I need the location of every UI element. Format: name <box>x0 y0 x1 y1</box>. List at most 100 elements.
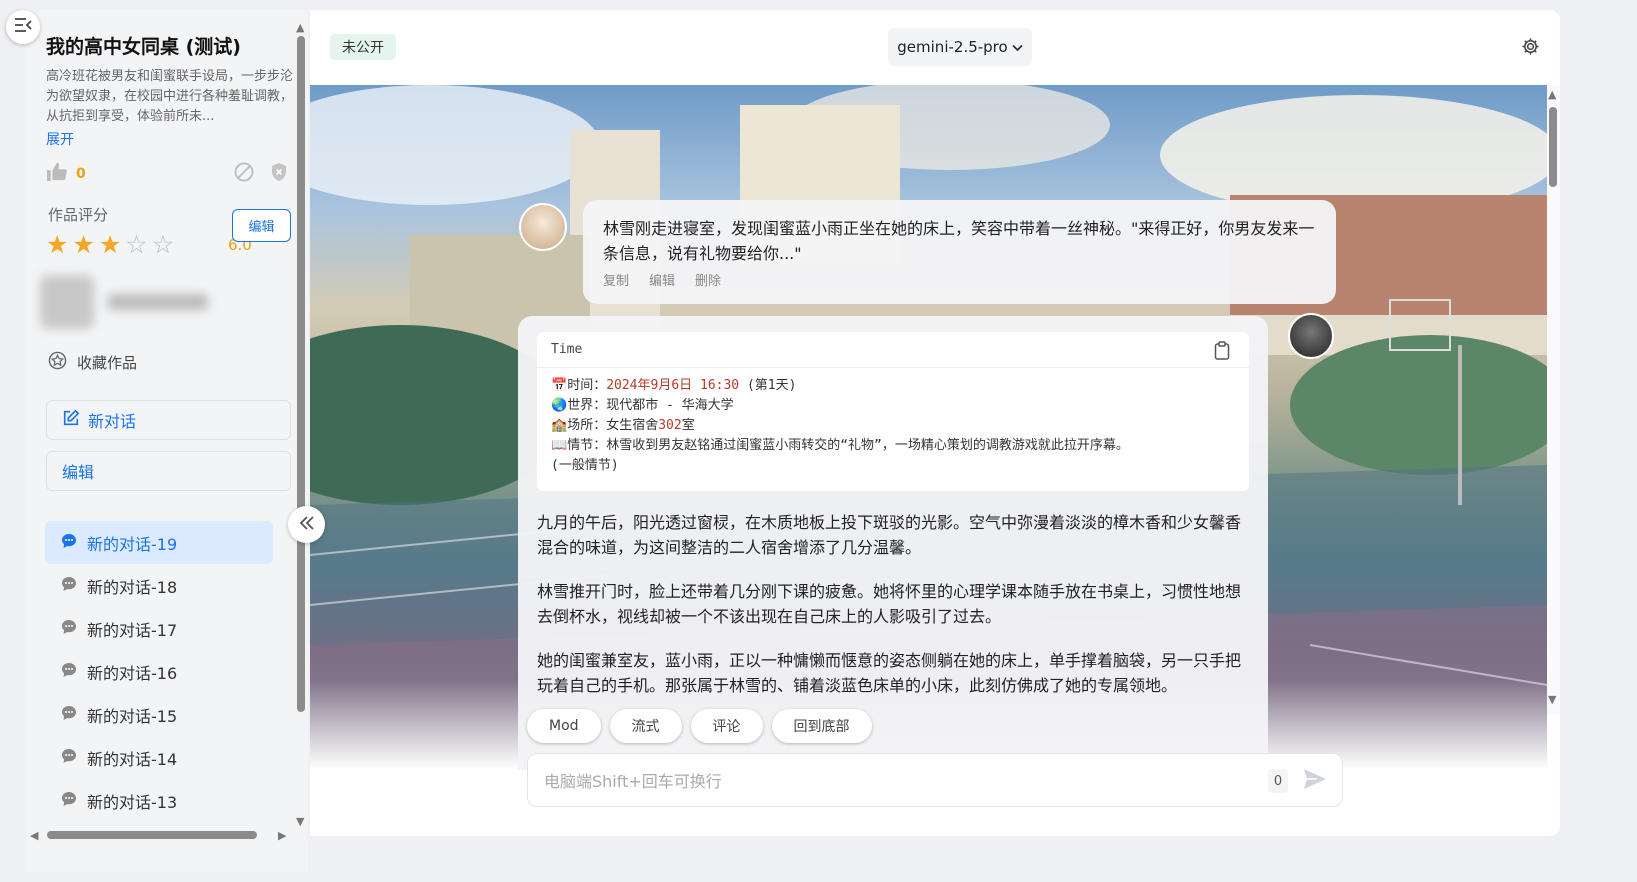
scroll-left-arrow-icon[interactable]: ◀ <box>30 830 38 841</box>
character-avatar[interactable] <box>519 203 567 251</box>
star-empty-icon[interactable]: ☆ <box>152 232 174 257</box>
scrollbar-thumb[interactable] <box>297 36 305 712</box>
chat-bubble-icon <box>61 576 77 596</box>
conversation-item[interactable]: 新的对话-14 <box>45 736 273 779</box>
sidebar-vertical-scrollbar[interactable]: ▲ ▼ <box>296 22 308 827</box>
message-actions: 复制 编辑 删除 <box>603 270 1316 289</box>
menu-toggle-button[interactable] <box>6 10 40 44</box>
message-input-box: 0 <box>527 753 1343 807</box>
scroll-to-bottom-button[interactable]: 回到底部 <box>771 709 872 743</box>
status-badge: 未公开 <box>330 34 396 60</box>
book-icon: 📖 <box>551 438 568 453</box>
scrollbar-thumb[interactable] <box>47 831 257 839</box>
conversation-item[interactable]: 新的对话-18 <box>45 564 273 607</box>
conversation-label: 新的对话-13 <box>87 792 178 812</box>
user-avatar[interactable] <box>1288 313 1334 359</box>
time-line: 📅时间：2024年9月6日 16:30 (第1天) <box>551 378 797 393</box>
chat-bubble-icon <box>61 533 77 553</box>
scroll-up-arrow-icon[interactable]: ▲ <box>296 22 304 33</box>
scroll-down-arrow-icon[interactable]: ▼ <box>296 816 304 827</box>
author-name <box>108 294 208 310</box>
expand-link[interactable]: 展开 <box>46 129 74 149</box>
time-status-block: Time 📅时间：2024年9月6日 16:30 (第1天) 🌏世界：现代都市 … <box>537 332 1249 491</box>
star-icon[interactable]: ★ <box>72 232 94 257</box>
response-bubble: Time 📅时间：2024年9月6日 16:30 (第1天) 🌏世界：现代都市 … <box>518 316 1268 770</box>
thumbs-up-icon[interactable] <box>46 162 68 186</box>
stream-button[interactable]: 流式 <box>609 709 682 743</box>
mod-button[interactable]: Mod <box>527 709 601 743</box>
model-name: gemini-2.5-pro <box>897 38 1008 56</box>
plot-type: (一般情节) <box>551 458 619 473</box>
edit-button[interactable]: 编辑 <box>46 451 291 491</box>
sidebar-horizontal-scrollbar[interactable]: ◀ ▶ <box>30 828 290 842</box>
block-icon[interactable] <box>234 162 254 186</box>
conversation-item[interactable]: 新的对话-16 <box>45 650 273 693</box>
scrollbar-thumb[interactable] <box>1549 107 1557 187</box>
background-scene-image: 林雪刚走进寝室，发现闺蜜蓝小雨正坐在她的床上，笑容中带着一丝神秘。"来得正好，你… <box>310 85 1547 770</box>
story-paragraph: 她的闺蜜兼室友，蓝小雨，正以一种慵懒而惬意的姿态侧躺在她的床上，单手撑着脑袋，另… <box>537 651 1242 695</box>
star-icon[interactable]: ★ <box>99 232 121 257</box>
chat-bubble-icon <box>61 619 77 639</box>
time-block-body: 📅时间：2024年9月6日 16:30 (第1天) 🌏世界：现代都市 - 华海大… <box>537 368 1249 484</box>
story-paragraph: 九月的午后，阳光透过窗棂，在木质地板上投下斑驳的光影。空气中弥漫着淡淡的樟木香和… <box>537 513 1242 557</box>
chat-bubble-icon <box>61 791 77 811</box>
char-count: 0 <box>1268 769 1288 793</box>
chat-bubble-icon <box>61 705 77 725</box>
edit-square-icon <box>62 409 80 431</box>
report-shield-icon[interactable] <box>270 162 288 186</box>
conversation-item[interactable]: 新的对话-13 <box>45 779 273 822</box>
conversation-label: 新的对话-16 <box>87 663 178 683</box>
globe-icon: 🌏 <box>551 398 568 413</box>
edit-message-button[interactable]: 编辑 <box>649 270 675 289</box>
conversation-label: 新的对话-18 <box>87 577 178 597</box>
conversation-label: 新的对话-17 <box>87 620 178 640</box>
scroll-up-arrow-icon[interactable]: ▲ <box>1548 89 1556 100</box>
author-avatar <box>40 275 94 329</box>
model-selector[interactable]: gemini-2.5-pro <box>888 28 1032 66</box>
conversation-list: 新的对话-19 新的对话-18 新的对话-17 新的对话-16 新的对话-15 … <box>45 521 273 822</box>
collapse-sidebar-button[interactable] <box>288 506 325 543</box>
message-bubble: 林雪刚走进寝室，发现闺蜜蓝小雨正坐在她的床上，笑容中带着一丝神秘。"来得正好，你… <box>583 200 1336 304</box>
sidebar: 我的高中女同桌 (测试) 高冷班花被男友和闺蜜联手设局，一步步沦为欲望奴隶，在校… <box>26 10 308 872</box>
menu-collapse-icon <box>14 17 32 37</box>
favorite-star-icon <box>48 351 67 374</box>
chat-toolbar: Mod 流式 评论 回到底部 <box>527 709 872 743</box>
work-title: 我的高中女同桌 (测试) <box>46 36 241 58</box>
copy-button[interactable]: 复制 <box>603 270 629 289</box>
favorite-button[interactable]: 收藏作品 <box>48 351 137 374</box>
comment-button[interactable]: 评论 <box>690 709 763 743</box>
message-input[interactable] <box>544 767 1244 795</box>
conversation-item[interactable]: 新的对话-15 <box>45 693 273 736</box>
conversation-label: 新的对话-19 <box>87 534 178 554</box>
chat-bubble-icon <box>61 662 77 682</box>
delete-button[interactable]: 删除 <box>695 270 721 289</box>
conversation-label: 新的对话-14 <box>87 749 178 769</box>
new-chat-label: 新对话 <box>88 412 137 431</box>
story-paragraph: 林雪推开门时，脸上还带着几分刚下课的疲惫。她将怀里的心理学课本随手放在书桌上，习… <box>537 582 1242 626</box>
star-icon[interactable]: ★ <box>46 232 68 257</box>
rating-stars[interactable]: ★ ★ ★ ☆ ☆ <box>46 232 174 257</box>
clipboard-icon[interactable] <box>1214 341 1230 364</box>
time-block-title: Time <box>537 332 1249 368</box>
calendar-icon: 📅 <box>551 378 568 393</box>
new-chat-button[interactable]: 新对话 <box>46 400 291 440</box>
double-chevron-left-icon <box>299 515 315 534</box>
scroll-right-arrow-icon[interactable]: ▶ <box>278 830 286 841</box>
school-icon: 🏫 <box>551 418 568 433</box>
edit-rating-button[interactable]: 编辑 <box>232 209 291 242</box>
scroll-down-arrow-icon[interactable]: ▼ <box>1548 694 1556 705</box>
chat-bubble-icon <box>61 748 77 768</box>
author-info-blurred[interactable] <box>40 272 220 332</box>
conversation-item[interactable]: 新的对话-19 <box>45 521 273 564</box>
conversation-label: 新的对话-15 <box>87 706 178 726</box>
send-icon[interactable] <box>1303 768 1327 794</box>
conversation-item[interactable]: 新的对话-17 <box>45 607 273 650</box>
message-text: 林雪刚走进寝室，发现闺蜜蓝小雨正坐在她的床上，笑容中带着一丝神秘。"来得正好，你… <box>603 219 1315 263</box>
star-empty-icon[interactable]: ☆ <box>125 232 147 257</box>
like-count: 0 <box>76 166 86 182</box>
rating-label: 作品评分 <box>48 206 109 224</box>
like-row: 0 <box>46 162 86 186</box>
place-line: 🏫场所：女生宿舍302室 <box>551 418 695 433</box>
gear-icon[interactable] <box>1521 37 1540 60</box>
chat-vertical-scrollbar[interactable]: ▲ ▼ <box>1547 85 1560 715</box>
